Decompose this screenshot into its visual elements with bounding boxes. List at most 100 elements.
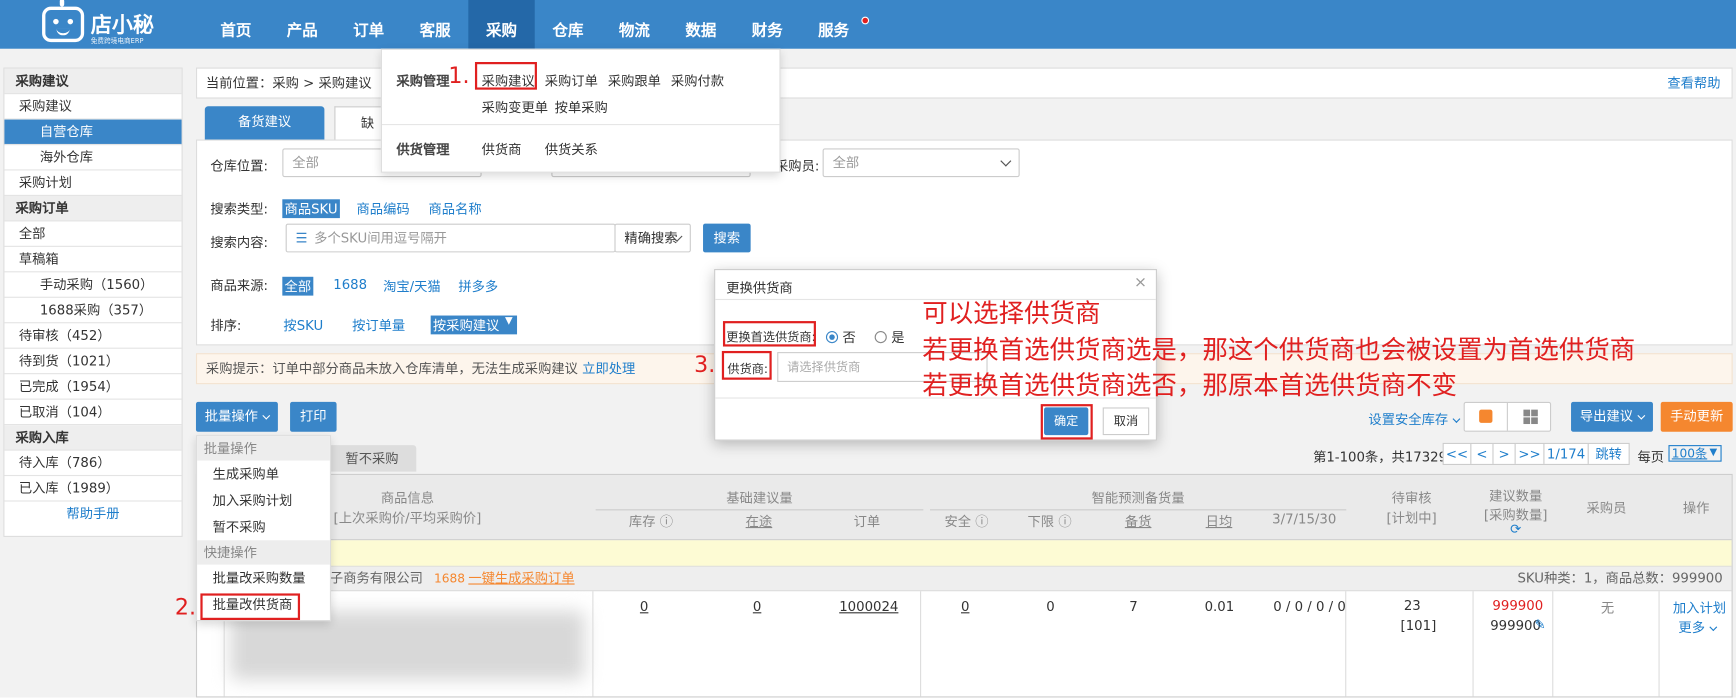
- box-view-button[interactable]: [1465, 403, 1508, 431]
- menu-suppliers[interactable]: 供货商: [482, 140, 522, 159]
- menu-group-purchase: 采购管理: [396, 73, 450, 89]
- page-prev[interactable]: <: [1471, 443, 1494, 464]
- nav-services[interactable]: 服务: [800, 0, 870, 49]
- sidebar-item-1688[interactable]: 1688采购（357）: [4, 298, 182, 324]
- cell-stock[interactable]: 0: [640, 599, 648, 615]
- nav-logistics[interactable]: 物流: [601, 0, 667, 49]
- page-indicator[interactable]: 1/174: [1544, 443, 1589, 464]
- sidebar-item-suggest[interactable]: 采购建议: [4, 94, 182, 120]
- source-taobao[interactable]: 淘宝/天猫: [383, 277, 441, 296]
- sidebar-help-link[interactable]: 帮助手册: [4, 502, 181, 527]
- tab-stock-suggest[interactable]: 备货建议: [204, 106, 325, 140]
- nav-purchase[interactable]: 采购: [468, 0, 535, 49]
- tab-not-purchase[interactable]: 暂不采购 (121): [327, 445, 417, 493]
- tip-fix-link[interactable]: 立即处理: [582, 361, 635, 377]
- sidebar-item-awaiting-arrival[interactable]: 待到货（1021）: [4, 349, 182, 375]
- th-transit[interactable]: 在途: [717, 512, 800, 531]
- safety-stock-link[interactable]: 设置安全库存: [1368, 410, 1461, 429]
- nav-data[interactable]: 数据: [668, 0, 734, 49]
- sidebar-item-all[interactable]: 全部: [4, 221, 182, 247]
- search-button[interactable]: 搜索: [703, 223, 751, 253]
- batch-ops-button[interactable]: 批量操作: [195, 401, 278, 432]
- nav-warehouse[interactable]: 仓库: [535, 0, 601, 49]
- sidebar-item-own-warehouse[interactable]: 自营仓库: [4, 119, 182, 146]
- search-type-name[interactable]: 商品名称: [428, 199, 481, 218]
- manual-refresh-button[interactable]: 手动更新: [1660, 401, 1733, 432]
- export-button[interactable]: 导出建议: [1571, 401, 1653, 432]
- buyer-select[interactable]: 全部: [822, 148, 1020, 178]
- source-all[interactable]: 全部: [282, 276, 314, 296]
- grid-view-button[interactable]: [1509, 403, 1551, 431]
- radio-yes[interactable]: 是: [874, 328, 905, 347]
- menu-purchase-orders[interactable]: 采购订单: [545, 71, 598, 90]
- cell-safety[interactable]: 0: [961, 599, 969, 615]
- radio-no[interactable]: 否: [825, 328, 856, 347]
- more-link[interactable]: 更多: [1678, 618, 1718, 637]
- page-last[interactable]: >>: [1516, 443, 1545, 464]
- nav-finance[interactable]: 财务: [734, 0, 800, 49]
- sidebar-item-cancelled[interactable]: 已取消（104）: [4, 400, 182, 426]
- batch-not-purchase[interactable]: 暂不采购: [197, 514, 330, 541]
- sort-by-sku[interactable]: 按SKU: [283, 316, 323, 335]
- th-daily[interactable]: 日均: [1186, 512, 1252, 531]
- page-first[interactable]: <<: [1444, 443, 1472, 464]
- match-mode-select[interactable]: 精确搜索: [614, 223, 691, 253]
- search-type-label: 搜索类型:: [210, 201, 268, 218]
- nav-service[interactable]: 客服: [402, 0, 468, 49]
- page-jump[interactable]: 跳转: [1589, 444, 1629, 464]
- close-icon[interactable]: ×: [1134, 273, 1147, 291]
- sidebar-item-completed[interactable]: 已完成（1954）: [4, 374, 182, 400]
- th-lower: 下限 ⓘ: [1016, 512, 1082, 531]
- search-type-sku[interactable]: 商品SKU: [282, 199, 340, 219]
- edit-icon[interactable]: ✎: [1535, 617, 1546, 633]
- table-header: 商品信息 [上次采购价/平均采购价] 基础建议量 库存 ⓘ 在途 订单 智能预测…: [197, 474, 1732, 541]
- radio-no-label: 否: [842, 329, 856, 346]
- help-link[interactable]: 查看帮助: [1667, 69, 1720, 98]
- sidebar-item-inbound-done[interactable]: 已入库（1989）: [4, 476, 182, 502]
- sidebar-item-manual[interactable]: 手动采购（1560）: [4, 272, 182, 298]
- source-1688[interactable]: 1688: [333, 277, 367, 293]
- menu-purchase-change[interactable]: 采购变更单: [482, 97, 548, 116]
- add-plan-link[interactable]: 加入计划: [1673, 598, 1726, 617]
- source-label: 商品来源:: [210, 277, 268, 294]
- sidebar-item-plan[interactable]: 采购计划: [4, 171, 182, 196]
- triangle-down-icon: ▼: [504, 315, 513, 327]
- per-page-select[interactable]: 100条 ▼: [1668, 445, 1722, 462]
- nav-home[interactable]: 首页: [203, 0, 269, 49]
- annotation-line-2: 若更换首选供货商选是，那这个供货商也会被设置为首选供货商: [922, 336, 1636, 366]
- divider: [1472, 591, 1474, 697]
- sidebar-group-inbound: 采购入库: [4, 425, 182, 451]
- batch-header: 批量操作: [197, 436, 330, 461]
- cell-daily: 0.01: [1204, 598, 1235, 615]
- cancel-button[interactable]: 取消: [1102, 407, 1150, 436]
- search-input[interactable]: ☰ 多个SKU间用逗号隔开: [285, 223, 616, 253]
- batch-change-qty[interactable]: 批量改采购数量: [197, 565, 330, 592]
- menu-purchase-tracking[interactable]: 采购跟单: [608, 71, 661, 90]
- search-type-code[interactable]: 商品编码: [357, 199, 410, 218]
- batch-add-plan[interactable]: 加入采购计划: [197, 487, 330, 514]
- cell-transit[interactable]: 0: [753, 599, 761, 615]
- th-stockup[interactable]: 备货: [1105, 512, 1171, 531]
- source-pinduoduo[interactable]: 拼多多: [458, 277, 498, 296]
- print-button[interactable]: 打印: [290, 401, 337, 432]
- menu-purchase-payment[interactable]: 采购付款: [671, 71, 724, 90]
- brand-logo[interactable]: 店小秘 免费跨境电商ERP: [42, 0, 164, 45]
- generate-po-link[interactable]: 一键生成采购订单: [468, 567, 574, 590]
- refresh-icon[interactable]: ⟳: [1504, 521, 1528, 537]
- sort-by-orders[interactable]: 按订单量: [352, 316, 405, 335]
- list-icon: ☰: [295, 230, 308, 246]
- menu-supply-relations[interactable]: 供货关系: [545, 140, 598, 159]
- sort-by-suggest[interactable]: 按采购建议 ▼: [430, 315, 518, 335]
- sidebar-item-to-inbound[interactable]: 待入库（786）: [4, 451, 182, 477]
- nav-products[interactable]: 产品: [269, 0, 335, 49]
- nav-orders[interactable]: 订单: [335, 0, 401, 49]
- batch-generate-po[interactable]: 生成采购单: [197, 461, 330, 488]
- cell-order[interactable]: 1000024: [839, 599, 898, 615]
- sidebar-item-pending-review[interactable]: 待审核（452）: [4, 323, 182, 349]
- menu-purchase-by-order[interactable]: 按单采购: [555, 97, 608, 116]
- sidebar-item-drafts[interactable]: 草稿箱: [4, 247, 182, 273]
- page-next[interactable]: >: [1494, 443, 1516, 464]
- sort-by-suggest-label: 按采购建议: [432, 317, 500, 334]
- view-toggle: [1463, 401, 1552, 432]
- sidebar-item-overseas-warehouse[interactable]: 海外仓库: [4, 145, 182, 171]
